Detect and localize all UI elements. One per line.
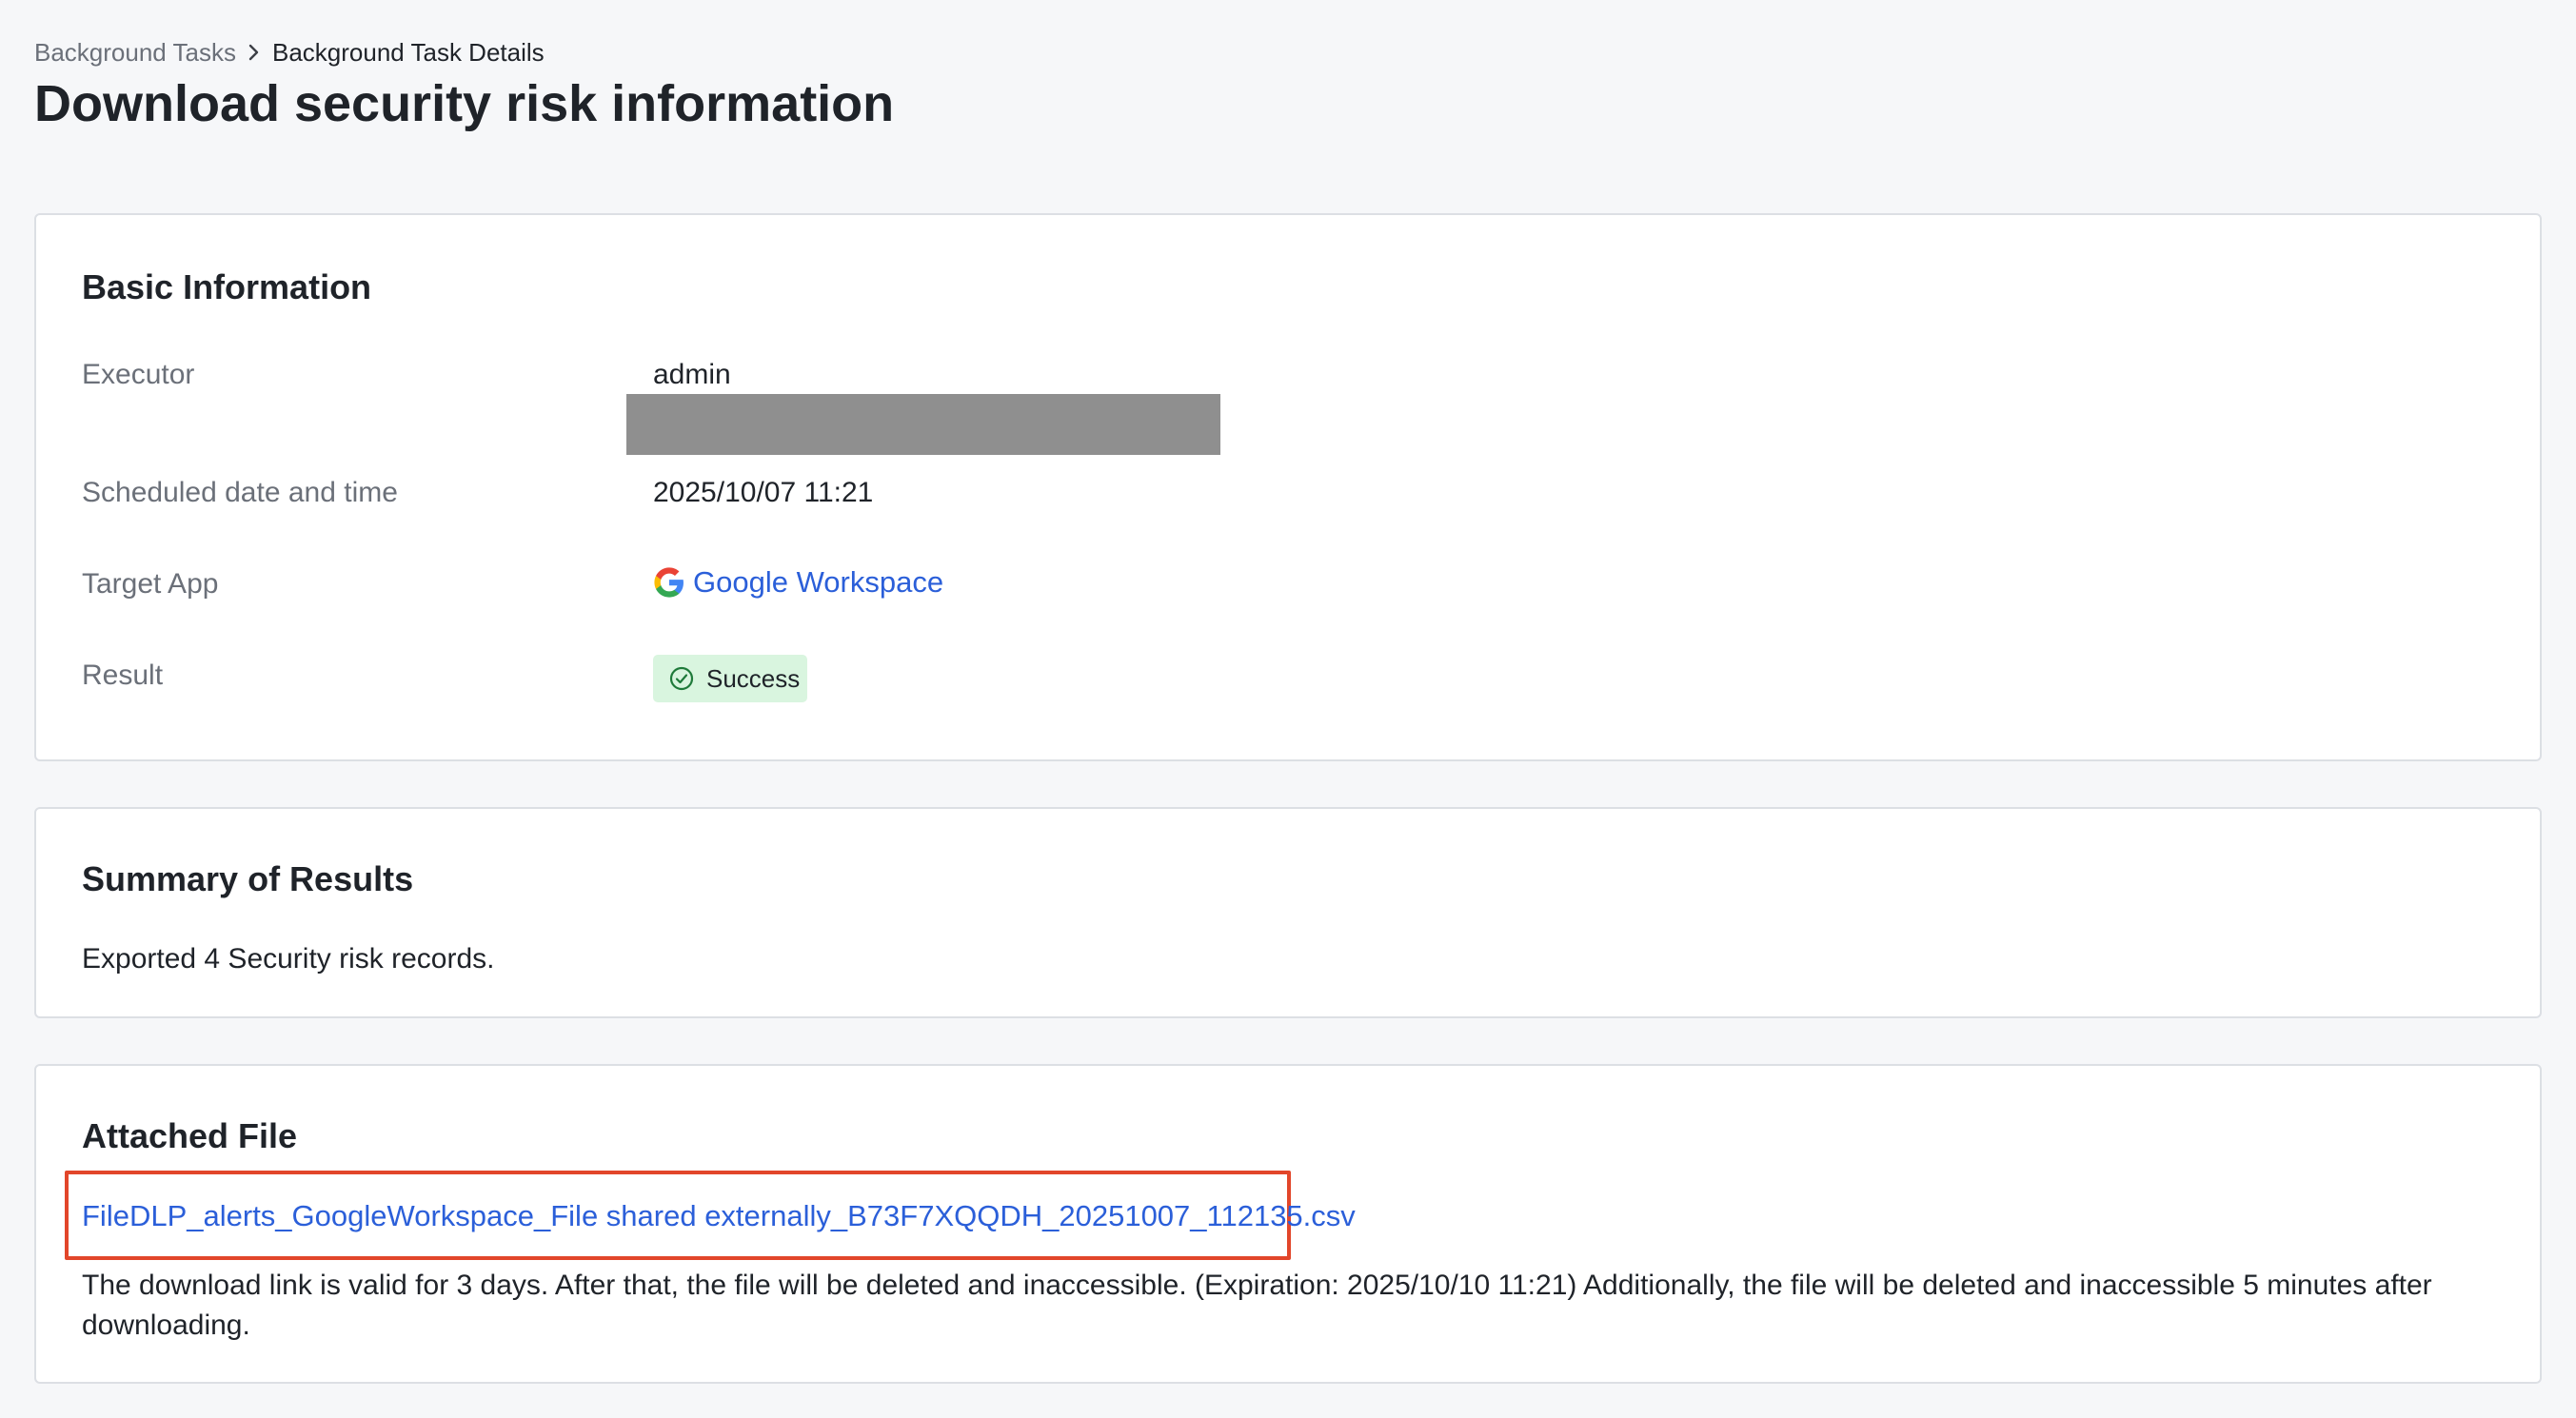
executor-value: admin (653, 359, 731, 390)
summary-of-results-title: Summary of Results (82, 859, 414, 898)
status-badge-label: Success (706, 664, 801, 693)
result-label: Result (82, 660, 164, 691)
scheduled-datetime-value: 2025/10/07 11:21 (653, 477, 874, 508)
summary-text: Exported 4 Security risk records. (82, 943, 495, 975)
breadcrumb-background-tasks[interactable]: Background Tasks (34, 36, 236, 69)
attached-file-download-link[interactable]: FileDLP_alerts_GoogleWorkspace_File shar… (82, 1197, 1356, 1235)
scheduled-datetime-label: Scheduled date and time (82, 477, 398, 508)
breadcrumb-current: Background Task Details (271, 38, 545, 67)
redacted-area (626, 394, 1220, 455)
basic-information-title: Basic Information (82, 267, 372, 306)
check-circle-icon (669, 666, 694, 691)
page-title: Download security risk information (34, 75, 895, 132)
breadcrumb: Background Tasks Background Task Details (34, 36, 545, 69)
status-badge: Success (653, 655, 807, 702)
google-logo-icon (654, 567, 684, 598)
executor-label: Executor (82, 359, 195, 390)
attached-file-title: Attached File (82, 1116, 298, 1155)
summary-of-results-card: Summary of Results Exported 4 Security r… (34, 807, 2542, 1018)
target-app-name: Google Workspace (693, 565, 944, 599)
target-app-link[interactable]: Google Workspace (653, 563, 943, 601)
download-validity-note: The download link is valid for 3 days. A… (82, 1270, 2432, 1341)
chevron-right-icon (236, 36, 272, 69)
basic-information-card: Basic Information Executor admin Schedul… (34, 213, 2542, 761)
page: Background Tasks Background Task Details… (0, 0, 2576, 1418)
attached-file-card: Attached File FileDLP_alerts_GoogleWorks… (34, 1064, 2542, 1384)
target-app-label: Target App (82, 568, 219, 600)
